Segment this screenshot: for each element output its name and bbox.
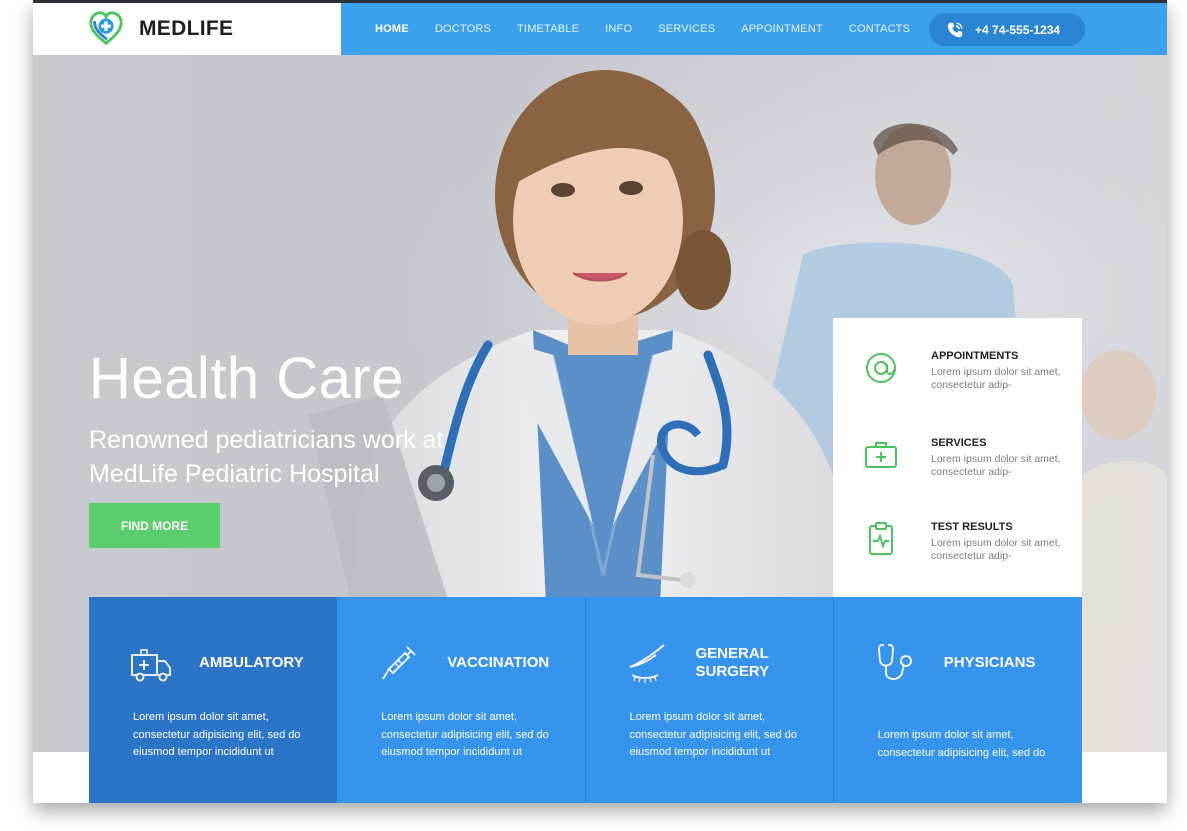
- site-header: MEDLIFE HOME DOCTORS TIMETABLE INFO SERV…: [33, 3, 1167, 55]
- heart-cross-logo-icon[interactable]: [87, 10, 125, 48]
- nav-info[interactable]: INFO: [605, 23, 632, 35]
- nav-services[interactable]: SERVICES: [658, 23, 715, 35]
- feature-general-surgery[interactable]: GENERAL SURGERY Lorem ipsum dolor sit am…: [585, 597, 834, 803]
- browser-frame: MEDLIFE HOME DOCTORS TIMETABLE INFO SERV…: [33, 0, 1167, 803]
- hero-subtitle: Renowned pediatricians work at MedLife P…: [89, 426, 444, 488]
- feature-desc: Lorem ipsum dolor sit amet, consectetur …: [877, 729, 1046, 759]
- info-card: APPOINTMENTS Lorem ipsum dolor sit amet,…: [833, 318, 1082, 597]
- hero-title: Health Care: [89, 346, 404, 411]
- info-desc: Lorem ipsum dolor sit amet, consectetur …: [931, 366, 1061, 391]
- feature-title: AMBULATORY: [199, 654, 304, 671]
- info-desc: Lorem ipsum dolor sit amet, consectetur …: [931, 453, 1061, 478]
- nav-appointment[interactable]: APPOINTMENT: [741, 23, 823, 35]
- feature-desc: Lorem ipsum dolor sit amet, consectetur …: [381, 711, 549, 758]
- stethoscope-icon: [877, 644, 912, 680]
- nav-timetable[interactable]: TIMETABLE: [517, 23, 579, 35]
- phone-number: +4 74-555-1234: [975, 22, 1061, 37]
- features-row: AMBULATORY Lorem ipsum dolor sit amet, c…: [89, 597, 1082, 803]
- info-title: SERVICES: [931, 437, 987, 449]
- feature-physicians[interactable]: PHYSICIANS Lorem ipsum dolor sit amet, c…: [833, 597, 1082, 803]
- feature-title: PHYSICIANS: [943, 654, 1036, 671]
- medical-kit-icon: [865, 442, 897, 468]
- info-title: APPOINTMENTS: [931, 350, 1019, 362]
- feature-ambulatory[interactable]: AMBULATORY Lorem ipsum dolor sit amet, c…: [89, 597, 338, 803]
- feature-desc: Lorem ipsum dolor sit amet, consectetur …: [629, 711, 798, 758]
- clipboard-pulse-icon: [869, 522, 893, 555]
- phone-button[interactable]: +4 74-555-1234: [929, 13, 1085, 46]
- at-sign-icon: [866, 353, 896, 383]
- find-more-button[interactable]: FIND MORE: [89, 503, 220, 548]
- nav-home[interactable]: HOME: [375, 23, 409, 35]
- nav-bar: HOME DOCTORS TIMETABLE INFO SERVICES APP…: [341, 3, 1167, 55]
- logo-area: MEDLIFE: [33, 3, 341, 55]
- feature-desc: Lorem ipsum dolor sit amet, consectetur …: [133, 711, 301, 758]
- ambulance-icon: [131, 649, 171, 682]
- info-title: TEST RESULTS: [931, 521, 1013, 533]
- feature-title: VACCINATION: [447, 654, 550, 671]
- logo-text[interactable]: MEDLIFE: [139, 17, 233, 41]
- phone-icon: [947, 22, 963, 37]
- info-item-appointments[interactable]: APPOINTMENTS Lorem ipsum dolor sit amet,…: [833, 346, 1082, 426]
- feature-title: GENERAL SURGERY: [695, 645, 770, 680]
- info-item-test-results[interactable]: TEST RESULTS Lorem ipsum dolor sit amet,…: [833, 517, 1082, 597]
- scalpel-icon: [629, 644, 665, 683]
- feature-vaccination[interactable]: VACCINATION Lorem ipsum dolor sit amet, …: [337, 597, 586, 803]
- nav-doctors[interactable]: DOCTORS: [435, 23, 491, 35]
- main-nav: HOME DOCTORS TIMETABLE INFO SERVICES APP…: [341, 3, 936, 55]
- nav-contacts[interactable]: CONTACTS: [849, 23, 910, 35]
- syringe-icon: [382, 646, 416, 680]
- info-item-services[interactable]: SERVICES Lorem ipsum dolor sit amet, con…: [833, 433, 1082, 513]
- info-desc: Lorem ipsum dolor sit amet, consectetur …: [931, 537, 1061, 562]
